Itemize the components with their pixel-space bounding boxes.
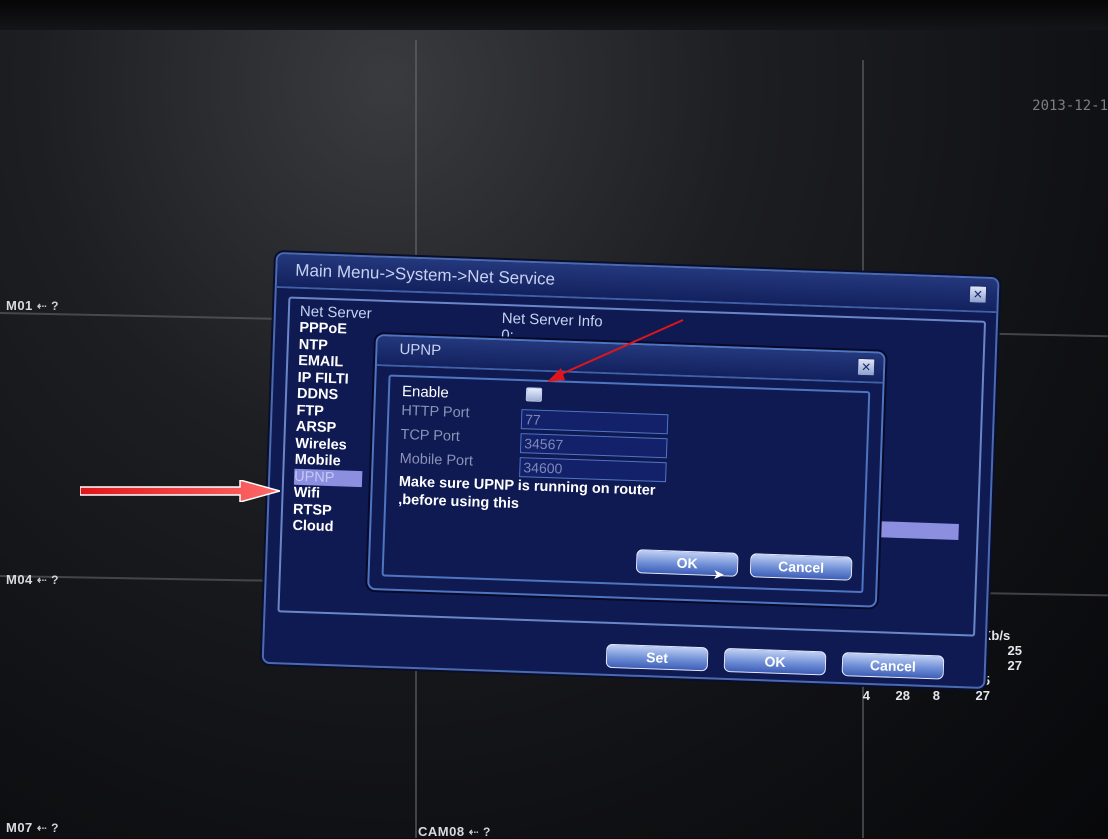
net-server-item-wifi[interactable]: Wifi [293, 485, 365, 504]
camera-label: M04 ⇠ ? [6, 572, 59, 587]
net-server-item-ddns[interactable]: DDNS [297, 386, 369, 405]
main-button-bar: Set OK Cancel [605, 643, 945, 680]
mouse-cursor-icon: ➤ [712, 565, 725, 583]
bitrate-row: 4 28 8 27 [862, 688, 990, 703]
upnp-note: Make sure UPNP is running on router ,bef… [397, 473, 656, 513]
enable-checkbox[interactable] [525, 387, 543, 402]
http-port-label: HTTP Port [401, 402, 470, 422]
mobile-port-label: Mobile Port [399, 450, 474, 470]
camera-name: M04 [6, 572, 33, 587]
set-button[interactable]: Set [605, 643, 709, 672]
net-server-item-email[interactable]: EMAIL [298, 353, 370, 372]
http-port-input[interactable]: 77 [520, 409, 669, 435]
camera-label: M01 ⇠ ? [6, 298, 59, 313]
dialog-ok-button[interactable]: OK ➤ [635, 549, 739, 582]
tcp-port-input[interactable]: 34567 [519, 433, 668, 459]
record-status-icon: ⇠ ? [36, 573, 60, 587]
camera-label: CAM08 ⇠ ? [418, 824, 491, 839]
record-status-icon: ⇠ ? [36, 821, 60, 835]
net-server-item-mobile[interactable]: Mobile [294, 452, 366, 471]
ok-button[interactable]: OK [723, 647, 827, 676]
date-display: 2013-12-1 [1032, 98, 1108, 114]
annotation-pointer-icon [547, 319, 684, 382]
camera-name: M01 [6, 298, 33, 313]
cancel-button[interactable]: Cancel [841, 652, 945, 680]
close-icon[interactable]: ✕ [856, 357, 876, 377]
net-server-list: Net Server PPPoE NTP EMAIL IP FILTI DDNS… [292, 303, 372, 537]
net-server-item-pppoe[interactable]: PPPoE [299, 320, 371, 339]
close-icon[interactable]: ✕ [968, 285, 988, 304]
record-status-icon: ⇠ ? [36, 299, 60, 313]
camera-name: M07 [6, 820, 33, 835]
dialog-cancel-button[interactable]: Cancel [749, 553, 853, 581]
monitor-bezel [0, 0, 1108, 30]
camera-label: M07 ⇠ ? [6, 820, 59, 835]
upnp-form: Enable HTTP Port 77 TCP Port 34567 Mobil… [381, 374, 871, 594]
bitrate-unit: Kb/s [982, 628, 1011, 643]
enable-label: Enable [401, 382, 449, 402]
window-title: Main Menu->System->Net Service [295, 260, 556, 289]
annotation-arrow-icon [80, 480, 280, 502]
tcp-port-label: TCP Port [400, 426, 461, 445]
record-status-icon: ⇠ ? [468, 825, 491, 839]
camera-name: CAM08 [418, 824, 465, 839]
net-server-item-cloud[interactable]: Cloud [292, 518, 364, 537]
dialog-button-bar: OK ➤ Cancel [635, 549, 853, 582]
dialog-title: UPNP [399, 340, 442, 360]
net-server-item-arsp[interactable]: ARSP [296, 419, 368, 438]
